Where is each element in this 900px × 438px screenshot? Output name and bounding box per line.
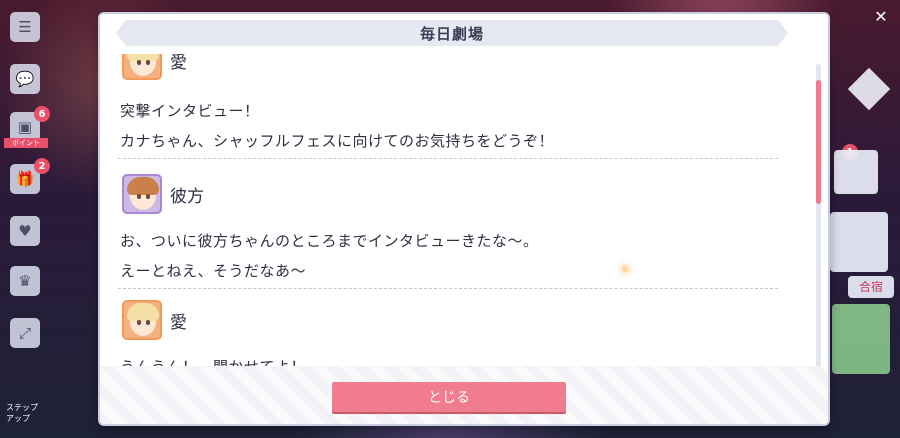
trophy-icon[interactable]: ♛: [10, 266, 40, 296]
dialogue-line: 突撃インタビュー！: [120, 102, 260, 120]
chat-icon[interactable]: 💬: [10, 64, 40, 94]
training-camp-button[interactable]: 合宿: [848, 276, 894, 298]
speaker-name: 愛: [170, 312, 187, 333]
scrollbar-thumb[interactable]: [816, 80, 821, 204]
event-card-icon[interactable]: [830, 212, 888, 272]
speaker-row: 愛: [122, 300, 187, 340]
dialogue-line: えーとねえ、そうだなあ〜: [120, 262, 307, 280]
entry-divider: [118, 288, 778, 289]
kanata-avatar: [122, 174, 162, 214]
expand-icon[interactable]: ⤢: [10, 318, 40, 348]
heart-icon[interactable]: ♥: [10, 216, 40, 246]
ai-avatar: [122, 300, 162, 340]
step-up-caption: ステップ アップ: [6, 403, 38, 423]
dialog-title-bar: 毎日劇場: [116, 20, 788, 46]
notification-badge: 6: [34, 106, 50, 122]
speaker-row: 彼方: [122, 174, 204, 214]
points-ribbon: ポイント: [4, 138, 48, 148]
dialog-title: 毎日劇場: [419, 24, 484, 43]
dialogue-line: お、ついに彼方ちゃんのところまでインタビューきたな〜。: [120, 232, 539, 250]
speaker-row: 愛: [122, 54, 187, 80]
speaker-name: 愛: [170, 54, 187, 73]
ai-avatar: [122, 54, 162, 80]
speaker-name: 彼方: [170, 186, 204, 207]
event-card-icon[interactable]: [832, 304, 890, 374]
event-banner-icon[interactable]: [834, 150, 878, 194]
sparkle-effect: [622, 266, 628, 272]
close-dialog-button[interactable]: とじる: [332, 382, 566, 412]
entry-divider: [118, 158, 778, 159]
diamond-menu-icon[interactable]: [847, 67, 891, 111]
close-icon[interactable]: ✕: [868, 6, 894, 28]
right-menu-rail: 1 合宿: [828, 0, 900, 438]
dialog-scroll-area[interactable]: 愛 突撃インタビュー！ カナちゃん、シャッフルフェスに向けてのお気持ちをどうぞ！…: [118, 54, 778, 374]
hamburger-menu-icon[interactable]: ☰: [10, 12, 40, 42]
left-menu-rail: ☰ 💬 ▣ 6 ポイント 🎁 2 ♥ ♛ ⤢ ステップ アップ: [0, 0, 58, 438]
dialogue-line: カナちゃん、シャッフルフェスに向けてのお気持ちをどうぞ！: [120, 132, 555, 150]
daily-theater-dialog: 毎日劇場 愛 突撃インタビュー！ カナちゃん、シャッフルフェスに向けてのお気持ち…: [100, 14, 828, 424]
notification-badge: 2: [34, 158, 50, 174]
